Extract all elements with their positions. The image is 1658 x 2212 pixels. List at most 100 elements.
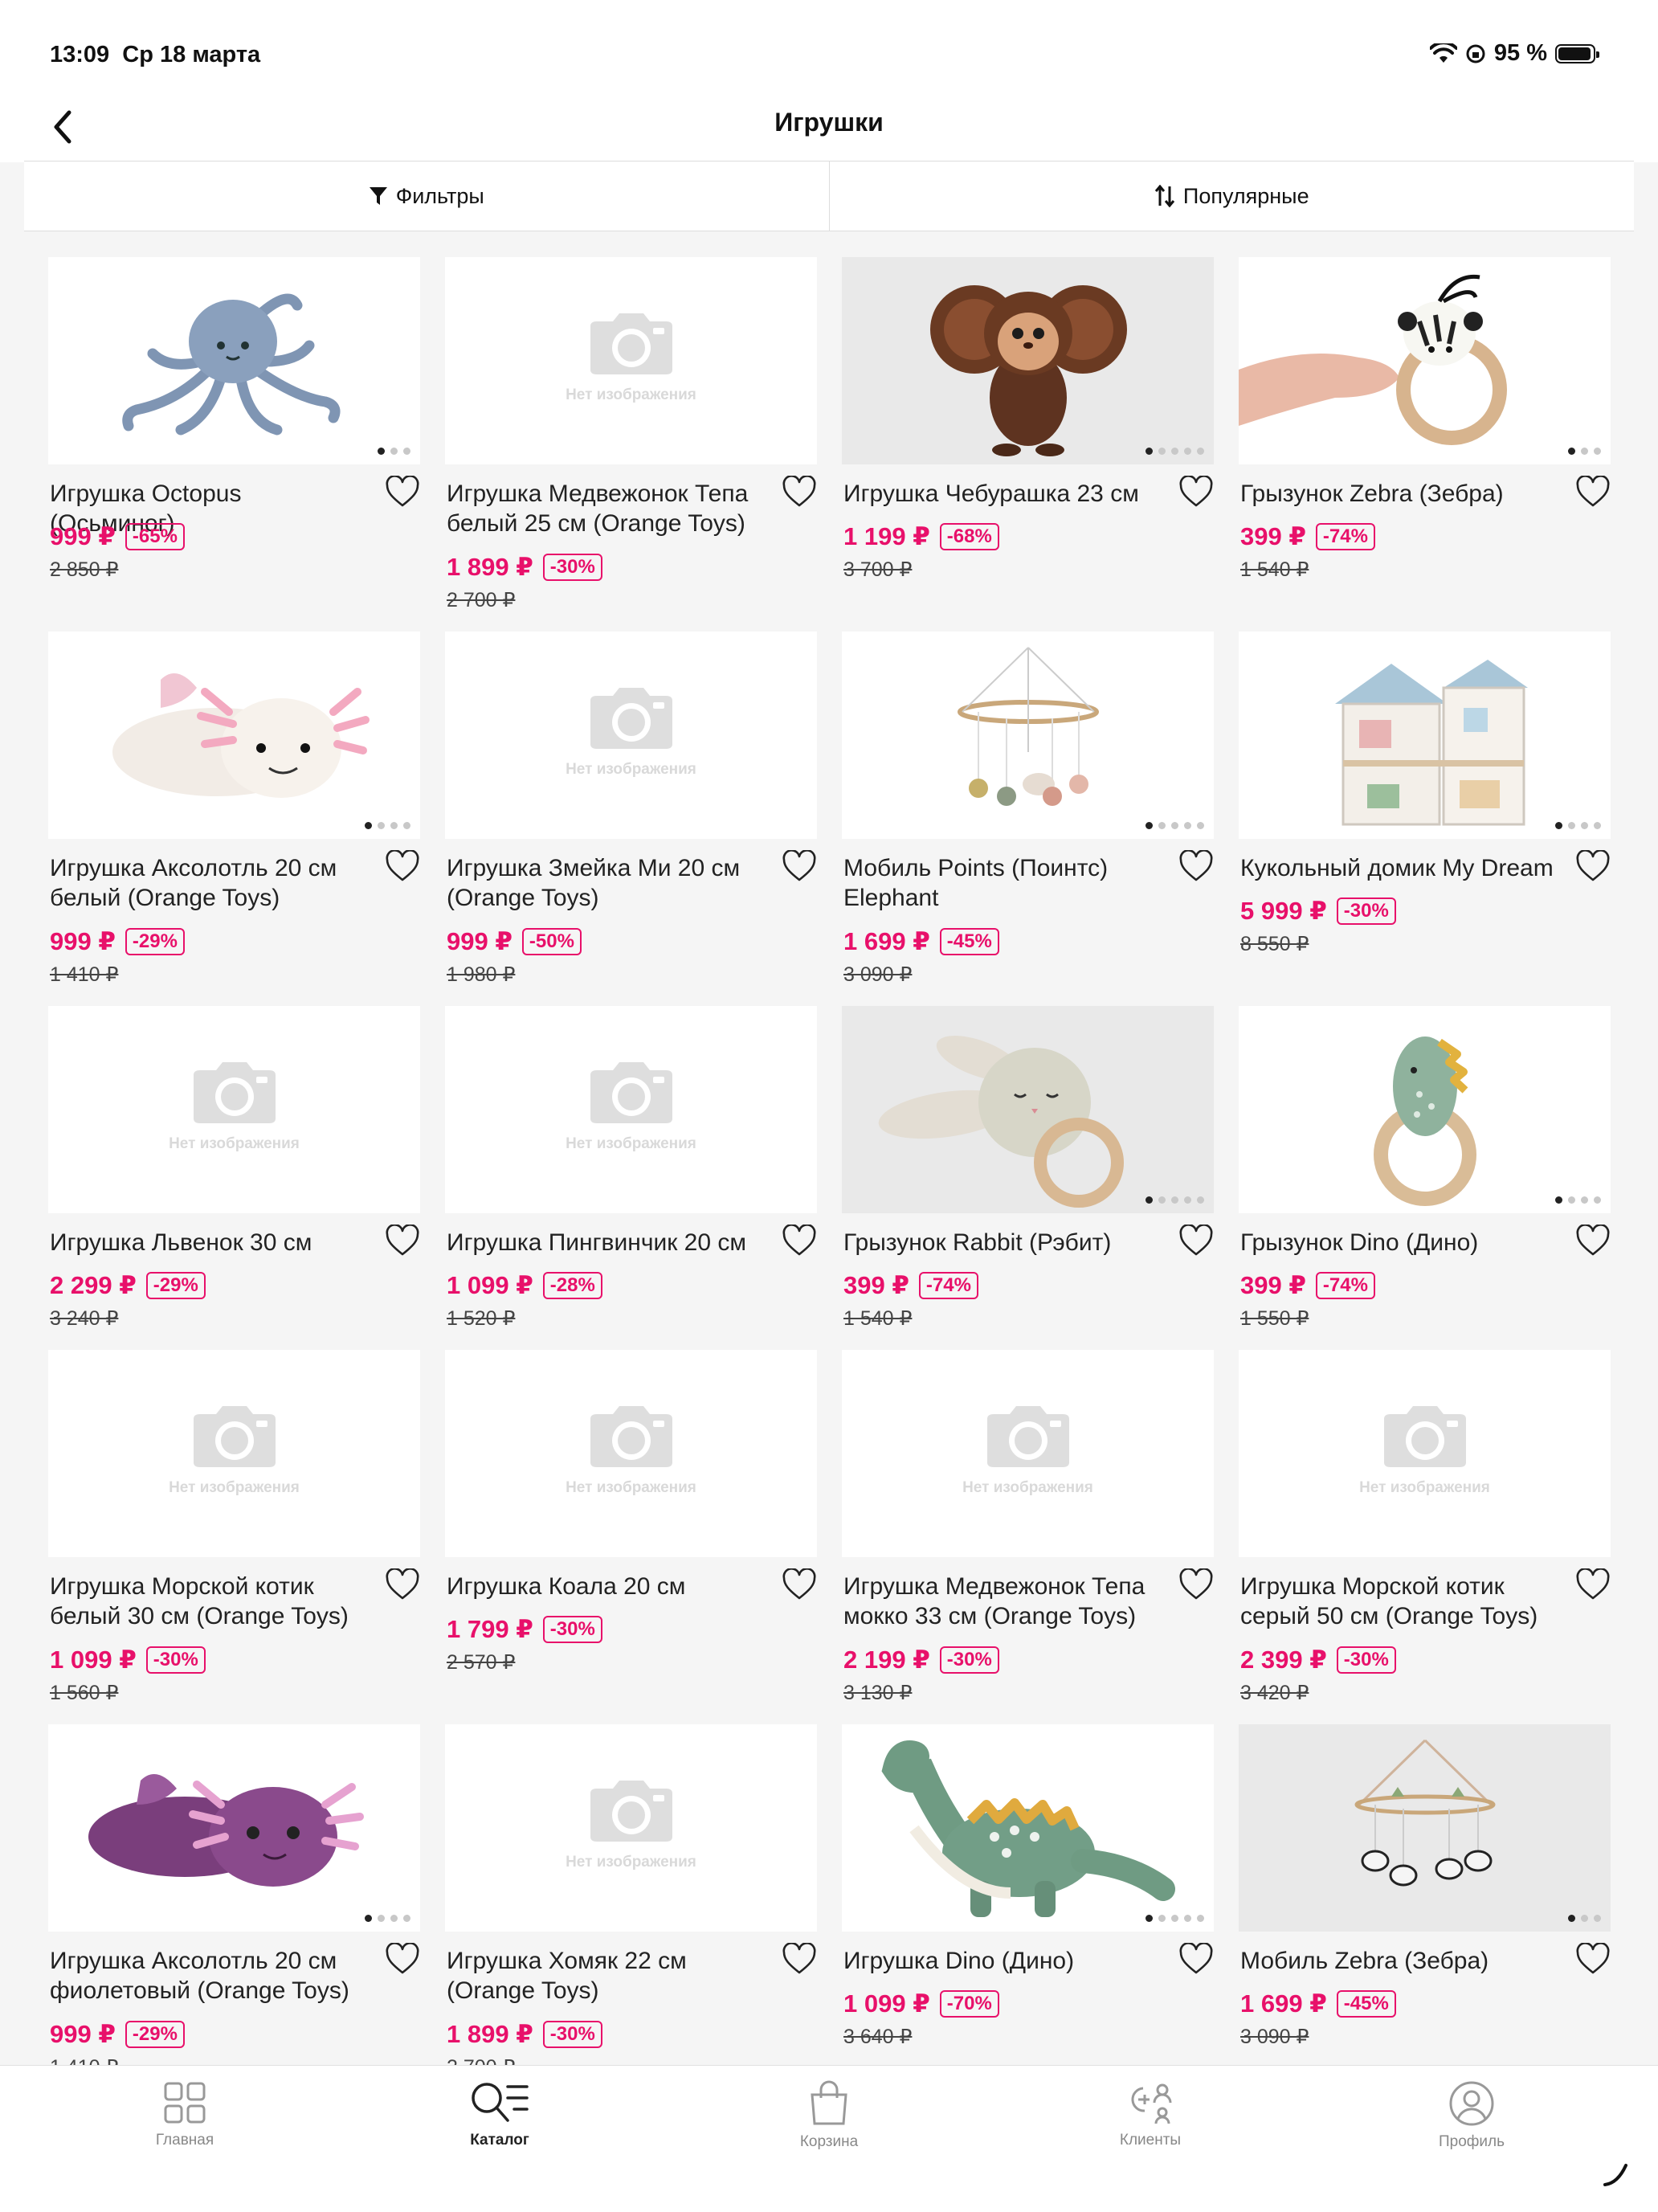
product-card[interactable]: Игрушка Octopus (Осьминог) 999 ₽ -65% 2 … xyxy=(48,257,420,581)
product-card[interactable]: Мобиль Points (Поинтс) Elephant 1 699 ₽ … xyxy=(842,632,1214,986)
carousel-dot xyxy=(378,1915,385,1922)
product-title[interactable]: Кукольный домик My Dream xyxy=(1240,853,1562,883)
image-carousel-dots[interactable] xyxy=(1568,1915,1601,1922)
product-title[interactable]: Игрушка Медвежонок Тепа мокко 33 см (Ora… xyxy=(843,1572,1165,1631)
product-title[interactable]: Игрушка Аксолотль 20 см белый (Orange To… xyxy=(50,853,371,913)
favorite-heart-icon[interactable] xyxy=(1178,849,1214,882)
favorite-heart-icon[interactable] xyxy=(1575,1568,1611,1601)
product-title[interactable]: Игрушка Медвежонок Тепа белый 25 см (Ora… xyxy=(447,479,768,538)
image-carousel-dots[interactable] xyxy=(378,448,410,455)
carousel-dot xyxy=(1197,1196,1204,1204)
product-card[interactable]: Грызунок Rabbit (Рэбит) 399 ₽ -74% 1 540… xyxy=(842,1006,1214,1330)
product-image[interactable] xyxy=(48,632,420,839)
product-image[interactable] xyxy=(842,632,1214,839)
tab-catalog[interactable]: Каталог xyxy=(411,2080,588,2149)
image-carousel-dots[interactable] xyxy=(1555,822,1601,829)
product-image[interactable]: Нет изображения xyxy=(842,1350,1214,1557)
product-card[interactable]: Мобиль Zebra (Зебра) 1 699 ₽ -45% 3 090 … xyxy=(1239,1724,1611,2048)
favorite-heart-icon[interactable] xyxy=(385,475,420,508)
favorite-heart-icon[interactable] xyxy=(1178,1942,1214,1975)
favorite-heart-icon[interactable] xyxy=(782,1568,817,1601)
product-card[interactable]: Игрушка Аксолотль 20 см белый (Orange To… xyxy=(48,632,420,986)
favorite-heart-icon[interactable] xyxy=(1178,475,1214,508)
image-carousel-dots[interactable] xyxy=(1145,1915,1204,1922)
product-image[interactable]: Нет изображения xyxy=(445,1724,817,1932)
product-image[interactable] xyxy=(1239,257,1611,464)
product-image[interactable] xyxy=(842,257,1214,464)
product-title[interactable]: Мобиль Points (Поинтс) Elephant xyxy=(843,853,1165,913)
product-title[interactable]: Грызунок Zebra (Зебра) xyxy=(1240,479,1562,509)
product-card[interactable]: Нет изображения Игрушка Хомяк 22 см (Ora… xyxy=(445,1724,817,2079)
product-image[interactable] xyxy=(1239,632,1611,839)
favorite-heart-icon[interactable] xyxy=(782,1224,817,1257)
image-carousel-dots[interactable] xyxy=(365,822,410,829)
product-card[interactable]: Грызунок Dino (Дино) 399 ₽ -74% 1 550 ₽ xyxy=(1239,1006,1611,1330)
product-title[interactable]: Грызунок Rabbit (Рэбит) xyxy=(843,1228,1165,1257)
tab-cart[interactable]: Корзина xyxy=(741,2080,917,2151)
image-carousel-dots[interactable] xyxy=(1145,448,1204,455)
product-card[interactable]: Нет изображения Игрушка Морской котик бе… xyxy=(48,1350,420,1704)
product-card[interactable]: Игрушка Чебурашка 23 см 1 199 ₽ -68% 3 7… xyxy=(842,257,1214,581)
product-title[interactable]: Игрушка Морской котик белый 30 см (Orang… xyxy=(50,1572,371,1631)
product-title[interactable]: Игрушка Аксолотль 20 см фиолетовый (Oran… xyxy=(50,1946,371,2006)
favorite-heart-icon[interactable] xyxy=(1575,475,1611,508)
product-title[interactable]: Игрушка Хомяк 22 см (Orange Toys) xyxy=(447,1946,768,2006)
tab-home[interactable]: Главная xyxy=(96,2080,273,2149)
product-image[interactable] xyxy=(842,1006,1214,1213)
product-card[interactable]: Нет изображения Игрушка Медвежонок Тепа … xyxy=(445,257,817,611)
favorite-heart-icon[interactable] xyxy=(1178,1568,1214,1601)
tab-label: Клиенты xyxy=(1119,2132,1182,2149)
favorite-heart-icon[interactable] xyxy=(1178,1224,1214,1257)
favorite-heart-icon[interactable] xyxy=(1575,1224,1611,1257)
filters-button[interactable]: Фильтры xyxy=(24,162,829,231)
product-title[interactable]: Грызунок Dino (Дино) xyxy=(1240,1228,1562,1257)
product-card[interactable]: Грызунок Zebra (Зебра) 399 ₽ -74% 1 540 … xyxy=(1239,257,1611,581)
product-card[interactable]: Игрушка Dino (Дино) 1 099 ₽ -70% 3 640 ₽ xyxy=(842,1724,1214,2048)
favorite-heart-icon[interactable] xyxy=(385,1568,420,1601)
favorite-heart-icon[interactable] xyxy=(782,475,817,508)
product-card[interactable]: Нет изображения Игрушка Львенок 30 см 2 … xyxy=(48,1006,420,1330)
product-card[interactable]: Нет изображения Игрушка Медвежонок Тепа … xyxy=(842,1350,1214,1704)
product-title[interactable]: Игрушка Львенок 30 см xyxy=(50,1228,371,1257)
tab-profile[interactable]: Профиль xyxy=(1383,2080,1560,2151)
image-carousel-dots[interactable] xyxy=(365,1915,410,1922)
product-image[interactable]: Нет изображения xyxy=(445,632,817,839)
product-image[interactable]: Нет изображения xyxy=(445,257,817,464)
product-image[interactable] xyxy=(1239,1006,1611,1213)
image-carousel-dots[interactable] xyxy=(1555,1196,1601,1204)
product-image[interactable]: Нет изображения xyxy=(1239,1350,1611,1557)
product-image[interactable] xyxy=(842,1724,1214,1932)
product-image[interactable] xyxy=(48,1724,420,1932)
image-carousel-dots[interactable] xyxy=(1145,822,1204,829)
favorite-heart-icon[interactable] xyxy=(385,1224,420,1257)
product-title[interactable]: Мобиль Zebra (Зебра) xyxy=(1240,1946,1562,1976)
product-title[interactable]: Игрушка Змейка Ми 20 см (Orange Toys) xyxy=(447,853,768,913)
image-carousel-dots[interactable] xyxy=(1145,1196,1204,1204)
product-image[interactable]: Нет изображения xyxy=(48,1006,420,1213)
image-carousel-dots[interactable] xyxy=(1568,448,1601,455)
tab-clients[interactable]: Клиенты xyxy=(1062,2080,1239,2149)
sort-button[interactable]: Популярные xyxy=(828,162,1635,231)
favorite-heart-icon[interactable] xyxy=(1575,1942,1611,1975)
product-card[interactable]: Игрушка Аксолотль 20 см фиолетовый (Oran… xyxy=(48,1724,420,2079)
product-card[interactable]: Нет изображения Игрушка Морской котик се… xyxy=(1239,1350,1611,1704)
product-title[interactable]: Игрушка Чебурашка 23 см xyxy=(843,479,1165,509)
product-image[interactable]: Нет изображения xyxy=(445,1350,817,1557)
product-image[interactable]: Нет изображения xyxy=(48,1350,420,1557)
product-title[interactable]: Игрушка Пингвинчик 20 см xyxy=(447,1228,768,1257)
product-card[interactable]: Нет изображения Игрушка Змейка Ми 20 см … xyxy=(445,632,817,986)
product-card[interactable]: Нет изображения Игрушка Пингвинчик 20 см… xyxy=(445,1006,817,1330)
product-card[interactable]: Кукольный домик My Dream 5 999 ₽ -30% 8 … xyxy=(1239,632,1611,955)
favorite-heart-icon[interactable] xyxy=(782,1942,817,1975)
product-title[interactable]: Игрушка Dino (Дино) xyxy=(843,1946,1165,1976)
favorite-heart-icon[interactable] xyxy=(385,849,420,882)
product-title[interactable]: Игрушка Коала 20 см xyxy=(447,1572,768,1601)
product-image[interactable]: Нет изображения xyxy=(445,1006,817,1213)
product-title[interactable]: Игрушка Морской котик серый 50 см (Orang… xyxy=(1240,1572,1562,1631)
product-card[interactable]: Нет изображения Игрушка Коала 20 см 1 79… xyxy=(445,1350,817,1674)
product-image[interactable] xyxy=(1239,1724,1611,1932)
favorite-heart-icon[interactable] xyxy=(385,1942,420,1975)
favorite-heart-icon[interactable] xyxy=(1575,849,1611,882)
favorite-heart-icon[interactable] xyxy=(782,849,817,882)
product-image[interactable] xyxy=(48,257,420,464)
